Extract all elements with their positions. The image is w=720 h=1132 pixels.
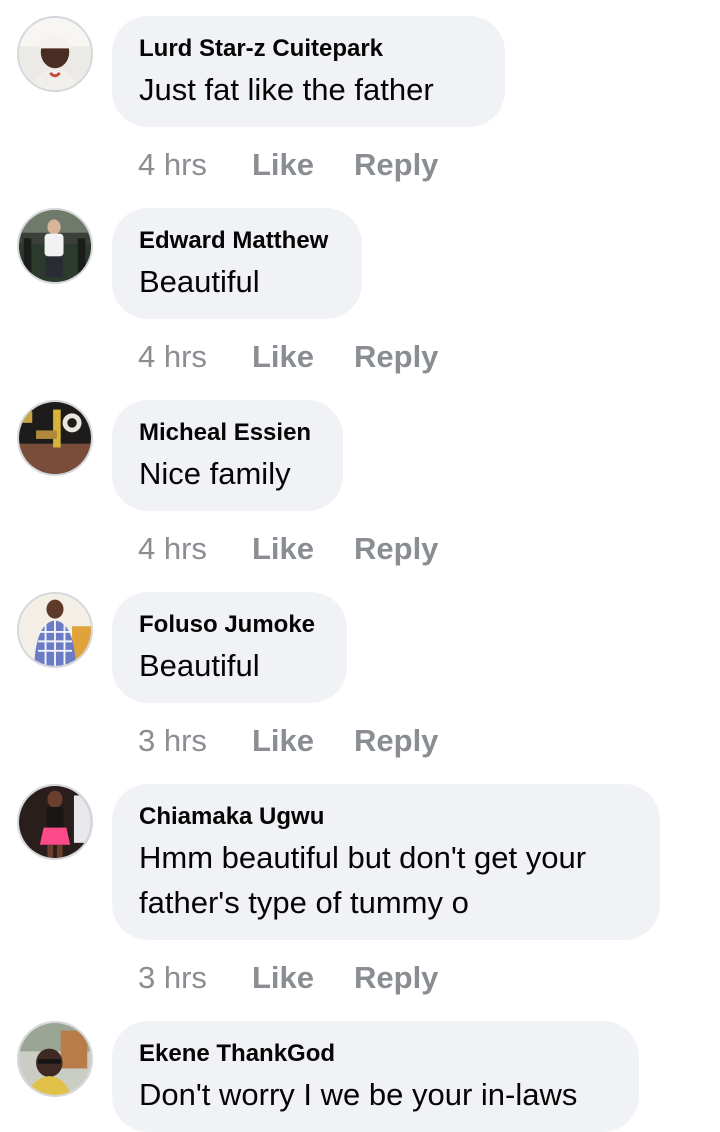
- like-button[interactable]: Like: [252, 529, 314, 569]
- avatar-photo-icon: [19, 18, 91, 90]
- comment-bubble: Ekene ThankGod Don't worry I we be your …: [112, 1021, 639, 1132]
- comment-bubble: Lurd Star-z Cuitepark Just fat like the …: [112, 16, 505, 127]
- comment-author[interactable]: Foluso Jumoke: [139, 610, 319, 640]
- avatar[interactable]: [17, 592, 93, 668]
- comment-text: Nice family: [139, 456, 291, 491]
- avatar-photo-icon: [19, 786, 91, 858]
- like-button[interactable]: Like: [252, 145, 314, 185]
- comment-author[interactable]: Chiamaka Ugwu: [139, 802, 632, 832]
- comment-text: Don't worry I we be your in-laws: [139, 1077, 578, 1112]
- comment-text: Just fat like the father: [139, 72, 434, 107]
- avatar-photo-icon: [19, 594, 91, 666]
- avatar[interactable]: [17, 400, 93, 476]
- comment-bubble: Foluso Jumoke Beautiful: [112, 592, 347, 703]
- avatar-photo-icon: [19, 402, 91, 474]
- reply-button[interactable]: Reply: [354, 958, 438, 998]
- comment-timestamp[interactable]: 4 hrs: [138, 529, 207, 569]
- comment-timestamp[interactable]: 4 hrs: [138, 145, 207, 185]
- avatar-photo-icon: [19, 210, 91, 282]
- reply-button[interactable]: Reply: [354, 337, 438, 377]
- comment-bubble: Chiamaka Ugwu Hmm beautiful but don't ge…: [112, 784, 660, 940]
- like-button[interactable]: Like: [252, 337, 314, 377]
- comment-author[interactable]: Ekene ThankGod: [139, 1039, 611, 1069]
- like-button[interactable]: Like: [252, 958, 314, 998]
- comment-timestamp[interactable]: 3 hrs: [138, 958, 207, 998]
- avatar[interactable]: [17, 16, 93, 92]
- comment-author[interactable]: Lurd Star-z Cuitepark: [139, 34, 477, 64]
- avatar[interactable]: [17, 208, 93, 284]
- comment-text: Beautiful: [139, 264, 260, 299]
- reply-button[interactable]: Reply: [354, 721, 438, 761]
- reply-button[interactable]: Reply: [354, 145, 438, 185]
- comment-timestamp[interactable]: 3 hrs: [138, 721, 207, 761]
- comment-timestamp[interactable]: 4 hrs: [138, 337, 207, 377]
- reply-button[interactable]: Reply: [354, 529, 438, 569]
- like-button[interactable]: Like: [252, 721, 314, 761]
- comment-author[interactable]: Edward Matthew: [139, 226, 334, 256]
- comment-bubble: Edward Matthew Beautiful: [112, 208, 362, 319]
- comment-author[interactable]: Micheal Essien: [139, 418, 315, 448]
- comment-text: Hmm beautiful but don't get your father'…: [139, 840, 587, 920]
- avatar[interactable]: [17, 1021, 93, 1097]
- avatar[interactable]: [17, 784, 93, 860]
- avatar-photo-icon: [19, 1023, 91, 1095]
- comment-bubble: Micheal Essien Nice family: [112, 400, 343, 511]
- comment-text: Beautiful: [139, 648, 260, 683]
